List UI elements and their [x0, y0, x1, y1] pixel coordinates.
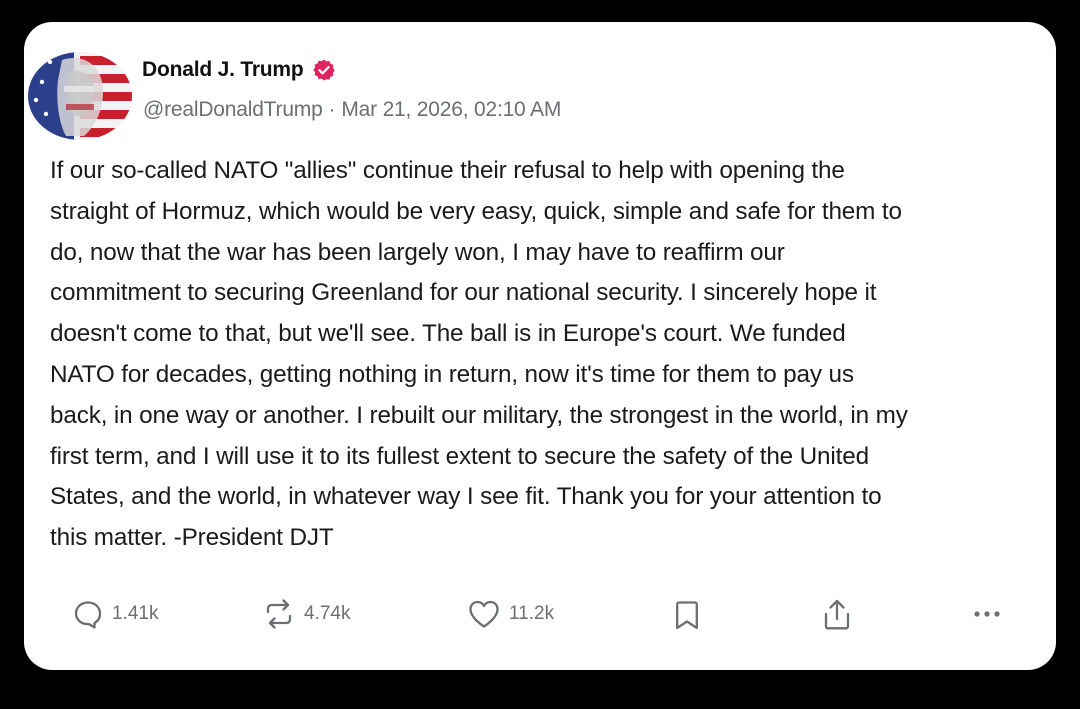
post-body-line: do, now that the war has been largely wo… — [50, 238, 785, 266]
post-body: If our so-called NATO "allies" continue … — [50, 151, 1040, 559]
reply-button[interactable]: 1.41k — [72, 598, 158, 630]
verified-badge-icon — [312, 58, 336, 82]
repost-button[interactable]: 4.74k — [262, 598, 350, 630]
share-icon — [824, 599, 850, 630]
post-body-line: commitment to securing Greenland for our… — [50, 279, 877, 307]
author-name[interactable]: Donald J. Trump — [142, 58, 304, 82]
reply-count: 1.41k — [112, 603, 159, 624]
reply-icon — [74, 601, 102, 629]
like-button[interactable]: 11.2k — [467, 598, 554, 630]
share-button[interactable] — [821, 598, 853, 632]
more-icon — [974, 611, 1000, 617]
like-count: 11.2k — [509, 603, 555, 624]
post-body-line: doesn't come to that, but we'll see. The… — [50, 320, 846, 348]
repost-count: 4.74k — [304, 603, 351, 624]
screen-background: Donald J. Trump @realDonaldTrump · Mar 21,… — [0, 0, 1080, 709]
post-body-line: States, and the world, in whatever way I… — [50, 483, 882, 511]
post-body-line: back, in one way or another. I rebuilt o… — [50, 401, 908, 429]
post-body-line: straight of Hormuz, which would be very … — [50, 197, 902, 225]
bookmark-icon — [676, 601, 698, 630]
post-body-line: NATO for decades, getting nothing in ret… — [50, 360, 854, 388]
post-meta: @realDonaldTrump · Mar 21, 2026, 02:10 AM — [143, 98, 561, 122]
avatar-image — [28, 52, 132, 140]
repost-icon — [266, 599, 292, 629]
post-timestamp[interactable]: Mar 21, 2026, 02:10 AM — [341, 98, 561, 121]
author-row: Donald J. Trump — [142, 58, 336, 82]
action-bar: 1.41k 4.74k 11.2k — [24, 594, 1056, 638]
meta-separator: · — [328, 98, 336, 121]
more-button[interactable] — [970, 598, 1004, 630]
post-body-line: this matter. -President DJT — [50, 524, 334, 552]
post-card: Donald J. Trump @realDonaldTrump · Mar 21,… — [24, 22, 1056, 670]
author-handle[interactable]: @realDonaldTrump — [143, 98, 323, 121]
post-body-line: first term, and I will use it to its ful… — [50, 442, 869, 470]
avatar[interactable] — [28, 52, 132, 140]
heart-icon — [469, 600, 499, 628]
post-body-line: If our so-called NATO "allies" continue … — [50, 157, 845, 184]
bookmark-button[interactable] — [672, 598, 702, 632]
